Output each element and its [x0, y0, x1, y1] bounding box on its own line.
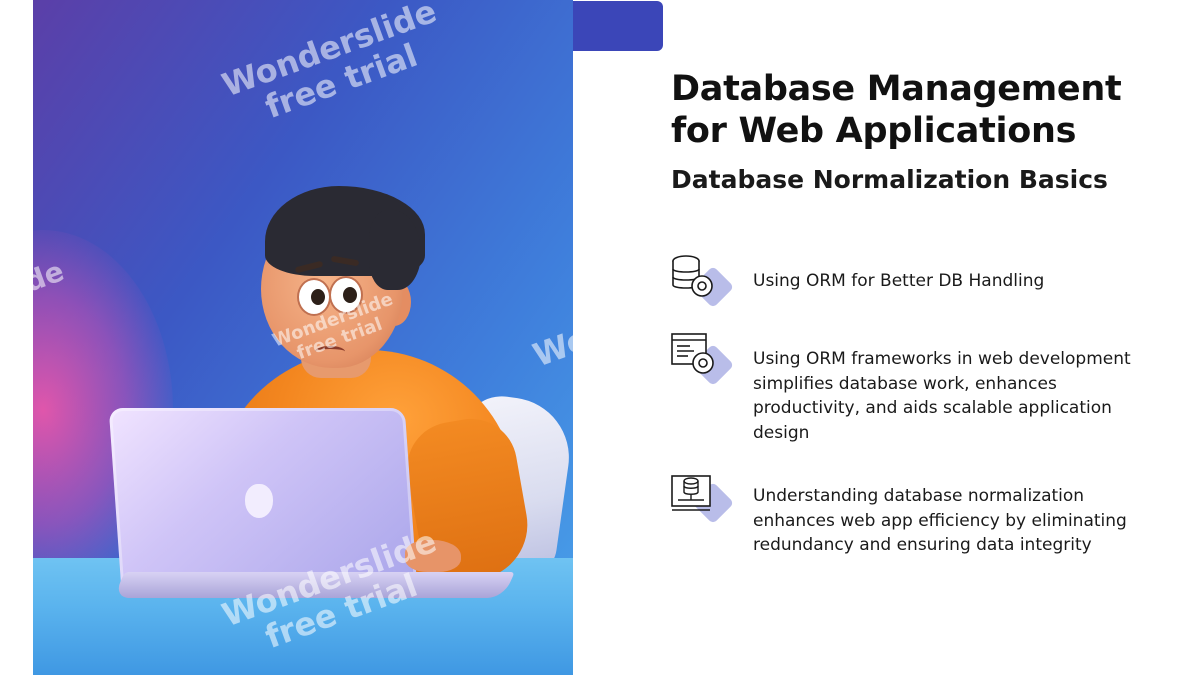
bullet-text: Understanding database normalization enh…: [753, 486, 1127, 555]
database-monitor-icon: [670, 470, 736, 530]
slide-subtitle: Database Normalization Basics: [671, 165, 1108, 194]
accent-bar: [573, 1, 663, 51]
apple-logo-icon: [245, 484, 273, 518]
illustration: Wonderslide free trial Wonderslide free tr…: [33, 0, 573, 675]
document-gear-icon: [670, 332, 736, 392]
watermark-edge: Wo: [527, 319, 573, 375]
watermark: Wonderslide free trial: [217, 0, 442, 127]
bullet-text: Using ORM for Better DB Handling: [753, 271, 1045, 291]
slide: Wonderslide free trial Wonderslide free tr…: [0, 0, 1200, 675]
slide-title: Database Management for Web Applications: [671, 69, 1122, 151]
bullet-text: Using ORM frameworks in web development …: [753, 349, 1131, 443]
database-settings-icon: [670, 254, 736, 314]
